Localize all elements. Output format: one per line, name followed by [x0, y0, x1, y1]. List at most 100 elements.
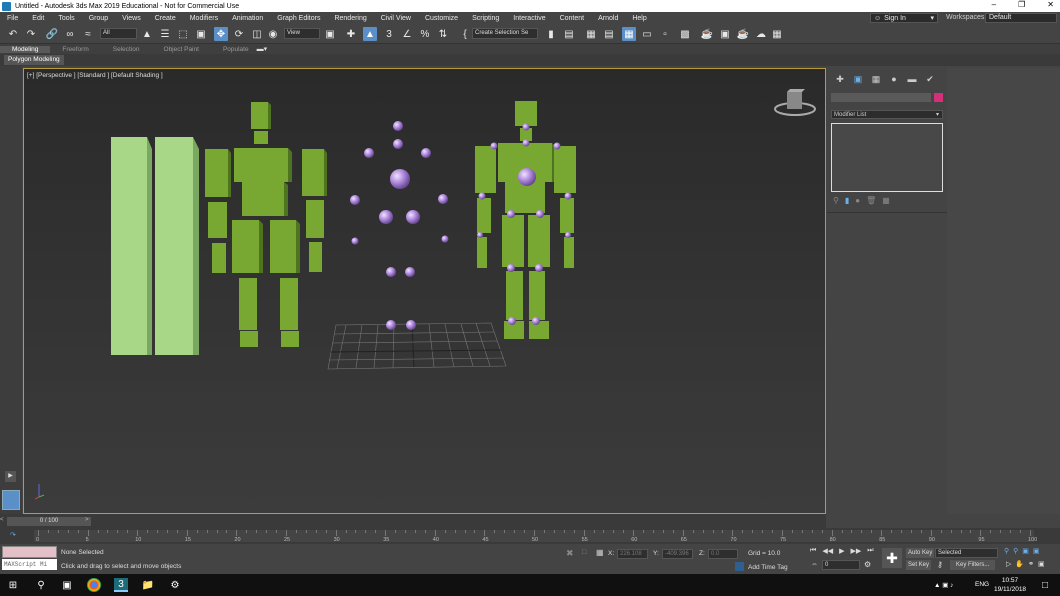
select-rotate-icon[interactable]: ⟳ — [232, 27, 246, 41]
rigged-biped-figure[interactable] — [475, 101, 576, 339]
task-view-icon[interactable]: ▣ — [60, 578, 74, 592]
zoom-extents-icon[interactable]: ▣ — [1022, 547, 1029, 555]
curve-editor-toggle-icon[interactable]: ↷ — [10, 531, 16, 539]
hierarchy-tab-icon[interactable]: ▦ — [869, 74, 883, 86]
selection-filter-dropdown[interactable]: All — [100, 28, 137, 39]
configure-modifier-sets-icon[interactable]: ▦ — [882, 196, 890, 205]
align-icon[interactable]: ▤ — [562, 27, 576, 41]
material-editor-icon[interactable]: ▩ — [678, 27, 692, 41]
sign-in-button[interactable]: ☺ Sign In ▾ — [870, 13, 938, 23]
menu-arnold[interactable]: Arnold — [591, 15, 625, 22]
mirror-icon[interactable]: ▮ — [544, 27, 558, 41]
select-by-name-icon[interactable]: ☰ — [158, 27, 172, 41]
chrome-icon[interactable] — [87, 578, 101, 592]
orbit-icon[interactable]: ⚭ — [1028, 560, 1034, 568]
open-autodesk-a360-icon[interactable]: ▦ — [770, 27, 784, 41]
modifier-stack[interactable] — [831, 123, 943, 192]
set-key-big-button[interactable]: ✚ — [882, 548, 902, 568]
toggle-scene-explorer-icon[interactable]: ▦ — [584, 27, 598, 41]
language-indicator[interactable]: ENG — [975, 581, 989, 588]
render-setup-icon[interactable]: ☕ — [700, 27, 714, 41]
ribbon-options-icon[interactable]: ▬▾ — [257, 45, 268, 53]
percent-snap-icon[interactable]: % — [418, 27, 432, 41]
schematic-view-icon[interactable]: ▫ — [658, 27, 672, 41]
keyboard-shortcut-toggle-icon[interactable]: ▲ — [363, 27, 377, 41]
tab-populate[interactable]: Populate — [211, 46, 261, 53]
select-object-icon[interactable]: ▲ — [140, 27, 154, 41]
menu-edit[interactable]: Edit — [25, 15, 51, 22]
object-color-swatch[interactable] — [934, 93, 943, 102]
menu-create[interactable]: Create — [148, 15, 183, 22]
pillar-left[interactable] — [111, 137, 152, 355]
tab-object-paint[interactable]: Object Paint — [152, 46, 211, 53]
bind-space-warp-icon[interactable]: ≈ — [81, 27, 95, 41]
time-configuration-icon[interactable]: ⚙ — [864, 560, 871, 569]
menu-customize[interactable]: Customize — [418, 15, 465, 22]
field-of-view-icon[interactable]: ▷ — [1006, 560, 1011, 568]
perspective-viewport[interactable]: [+] [Perspective ] [Standard ] [Default … — [23, 68, 826, 514]
named-selection-sets-dropdown[interactable]: Create Selection Se — [472, 28, 538, 39]
zoom-all-icon[interactable]: ⚲ — [1013, 547, 1018, 555]
menu-interactive[interactable]: Interactive — [506, 15, 552, 22]
expand-arrow-icon[interactable]: ▶ — [5, 471, 16, 482]
scene-canvas[interactable] — [24, 69, 826, 514]
play-icon[interactable]: ▶ — [839, 547, 844, 555]
key-mode-toggle-icon[interactable]: ⇔ — [811, 561, 818, 568]
zoom-extents-all-icon[interactable]: ▣ — [1033, 547, 1040, 555]
isolate-selection-icon[interactable]: ✖ — [566, 548, 574, 559]
menu-rendering[interactable]: Rendering — [327, 15, 373, 22]
previous-frame-icon[interactable]: ◀◀ — [822, 547, 833, 555]
restore-icon[interactable]: ❐ — [1018, 0, 1025, 9]
menu-content[interactable]: Content — [553, 15, 592, 22]
key-filters-button[interactable]: Key Filters... — [950, 560, 996, 570]
edit-named-selection-icon[interactable]: { — [458, 27, 472, 41]
pivot-center-icon[interactable]: ▣ — [323, 27, 337, 41]
motion-tab-icon[interactable]: ● — [887, 74, 901, 86]
rendered-frame-window-icon[interactable]: ▣ — [718, 27, 732, 41]
select-move-icon[interactable]: ✥ — [214, 27, 228, 41]
file-explorer-icon[interactable]: 📁 — [141, 578, 155, 592]
menu-group[interactable]: Group — [82, 15, 115, 22]
remove-modifier-icon[interactable]: 🗑 — [866, 196, 876, 205]
redo-icon[interactable]: ↷ — [24, 27, 38, 41]
maximize-viewport-icon[interactable]: ▣ — [1038, 560, 1045, 568]
menu-animation[interactable]: Animation — [225, 15, 270, 22]
render-production-icon[interactable]: ☕ — [736, 27, 750, 41]
key-mode-selected-dropdown[interactable]: Selected — [935, 548, 998, 558]
set-key-button[interactable]: Set Key — [906, 560, 932, 570]
close-icon[interactable]: ✕ — [1047, 0, 1054, 9]
time-slider-next-icon[interactable]: > — [85, 517, 89, 523]
maxscript-mini-listener[interactable]: MAXScript Mi — [2, 559, 57, 570]
sphere-point-cloud[interactable] — [350, 121, 449, 330]
utilities-tab-icon[interactable]: ✔ — [923, 74, 937, 86]
3ds-max-taskbar-icon[interactable]: 3 — [114, 578, 128, 592]
angle-snap-icon[interactable]: ∠ — [400, 27, 414, 41]
auto-key-button[interactable]: Auto Key — [906, 548, 935, 558]
current-frame-field[interactable]: 0 — [822, 560, 860, 570]
system-clock[interactable]: 10:57 19/11/2018 — [994, 576, 1026, 594]
search-icon[interactable]: ⚲ — [34, 578, 48, 592]
zoom-icon[interactable]: ⚲ — [1004, 547, 1009, 555]
tab-modeling[interactable]: Modeling — [0, 45, 51, 53]
create-tab-icon[interactable]: ✚ — [833, 74, 847, 86]
system-tray-icons[interactable]: ▲ ▣ ♪ — [934, 581, 953, 589]
menu-tools[interactable]: Tools — [51, 15, 81, 22]
modifier-list-dropdown[interactable]: Modifier List ▾ — [831, 110, 943, 119]
spinner-snap-icon[interactable]: ⇅ — [436, 27, 450, 41]
link-icon[interactable]: 🔗 — [45, 27, 59, 41]
menu-scripting[interactable]: Scripting — [465, 15, 506, 22]
reference-coordinate-dropdown[interactable]: View — [284, 28, 320, 39]
time-slider-thumb[interactable]: 0 / 100 — [7, 517, 91, 526]
display-tab-icon[interactable]: ▬ — [905, 74, 919, 86]
trackbar[interactable]: ↷ 0 5 10 15 20 25 30 35 40 45 50 55 60 65 70 75 80 85 90 95… — [0, 528, 1060, 544]
time-slider[interactable]: < 0 / 100 > — [0, 514, 826, 528]
viewport-layout-thumbnail[interactable] — [2, 490, 20, 510]
maxscript-listener-input[interactable] — [2, 546, 57, 558]
menu-graph-editors[interactable]: Graph Editors — [270, 15, 327, 22]
selection-region-icon[interactable]: ⬚ — [176, 27, 190, 41]
undo-icon[interactable]: ↶ — [6, 27, 20, 41]
absolute-mode-icon[interactable]: ▦ — [596, 548, 604, 557]
selection-lock-icon[interactable]: □ — [582, 549, 586, 556]
tab-freeform[interactable]: Freeform — [50, 46, 100, 53]
key-icon[interactable]: ⚷ — [937, 560, 943, 569]
